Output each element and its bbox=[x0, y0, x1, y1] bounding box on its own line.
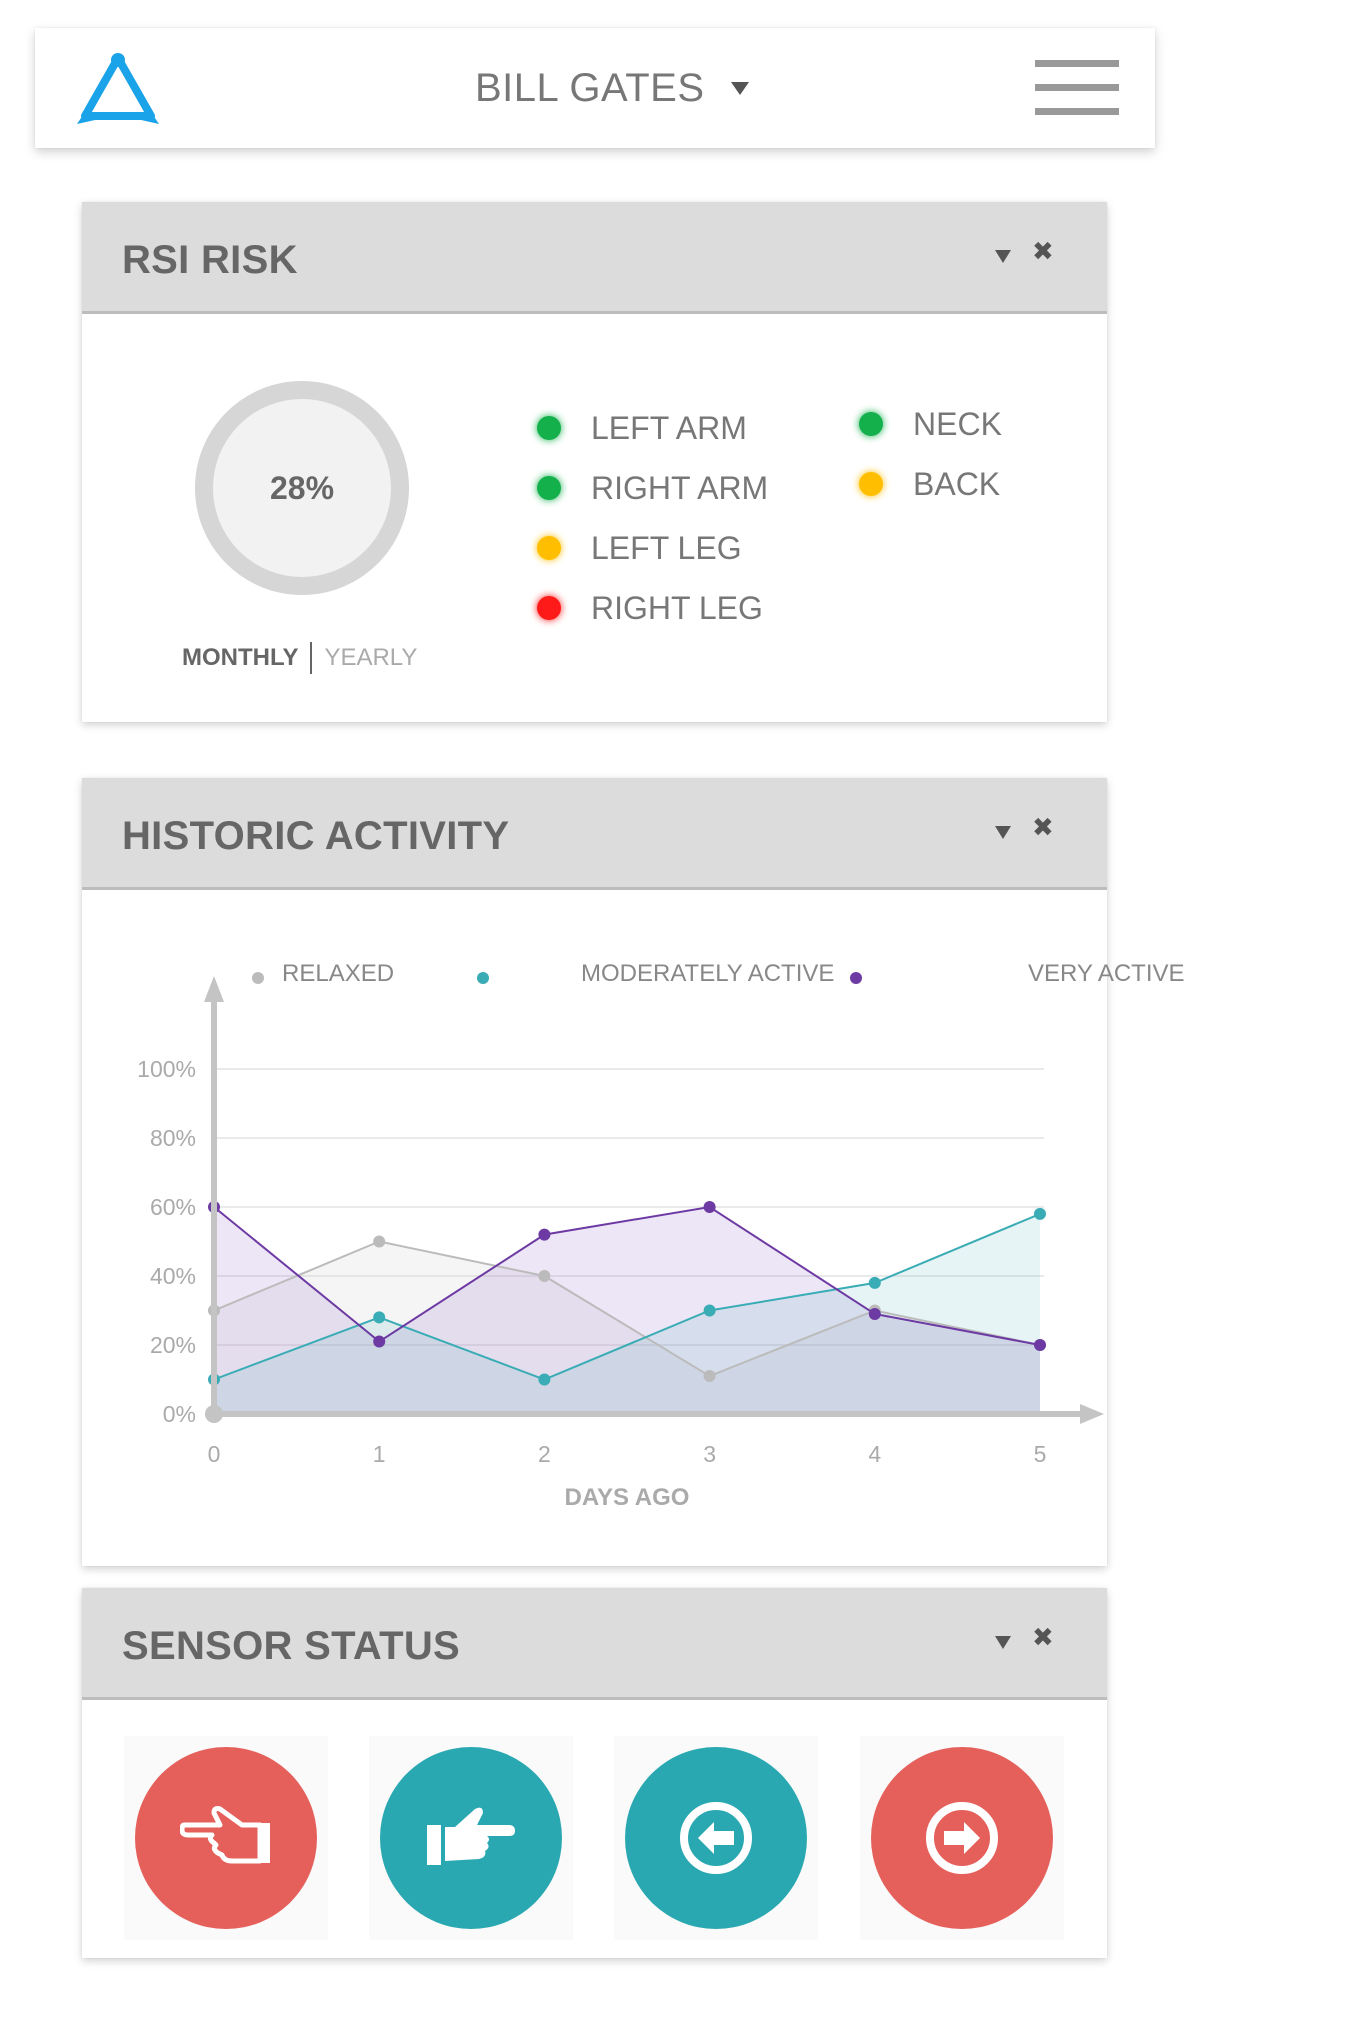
x-axis-arrow bbox=[1080, 1404, 1104, 1424]
panel-header: SENSOR STATUS ✖ bbox=[82, 1588, 1107, 1700]
x-tick-label: 3 bbox=[703, 1441, 716, 1467]
body-part-label: RIGHT LEG bbox=[591, 589, 763, 626]
point-moderately-active bbox=[373, 1311, 386, 1324]
x-tick-label: 2 bbox=[538, 1441, 551, 1467]
collapse-icon[interactable] bbox=[995, 1636, 1011, 1649]
body-part-label: RIGHT ARM bbox=[591, 469, 769, 506]
sensor-tile bbox=[614, 1736, 818, 1940]
x-axis-label: DAYS AGO bbox=[565, 1484, 690, 1511]
collapse-icon[interactable] bbox=[995, 250, 1011, 263]
app-logo-icon[interactable] bbox=[73, 52, 163, 126]
panel-title: RSI RISK bbox=[122, 238, 298, 282]
body-part-label: LEFT LEG bbox=[591, 529, 742, 566]
y-tick-label: 100% bbox=[137, 1056, 196, 1082]
point-relaxed bbox=[538, 1270, 551, 1282]
x-tick-label: 5 bbox=[1034, 1441, 1047, 1467]
hand-point-left-button[interactable] bbox=[135, 1747, 317, 1929]
x-tick-label: 4 bbox=[868, 1441, 881, 1467]
body-part-left-arm: LEFT ARM bbox=[537, 408, 747, 448]
user-name: BILL GATES bbox=[475, 65, 705, 110]
sensor-tile bbox=[124, 1736, 328, 1940]
sensor-tile bbox=[860, 1736, 1064, 1940]
body-part-right-leg: RIGHT LEG bbox=[537, 588, 763, 628]
status-dot bbox=[537, 476, 561, 500]
y-tick-label: 0% bbox=[163, 1401, 196, 1427]
status-dot bbox=[537, 416, 561, 440]
hand-point-left-icon bbox=[180, 1806, 270, 1864]
axis-origin bbox=[205, 1405, 223, 1423]
period-toggle: MONTHLY YEARLY bbox=[182, 642, 417, 674]
body-part-label: BACK bbox=[913, 465, 1001, 502]
y-tick-label: 20% bbox=[150, 1332, 196, 1358]
hand-point-right-icon bbox=[427, 1807, 515, 1865]
y-axis-arrow bbox=[204, 976, 224, 1002]
body-part-neck: NECK bbox=[859, 404, 1002, 444]
arrow-right-button[interactable] bbox=[871, 1747, 1053, 1929]
point-very-active bbox=[703, 1201, 716, 1213]
rsi-risk-panel: RSI RISK ✖ 28% MONTHLY YEARLY LEFT ARM R… bbox=[82, 202, 1107, 722]
point-very-active bbox=[373, 1335, 386, 1348]
panel-title: SENSOR STATUS bbox=[122, 1624, 461, 1668]
y-tick-label: 60% bbox=[150, 1194, 196, 1220]
point-relaxed bbox=[703, 1370, 716, 1383]
point-moderately-active bbox=[868, 1276, 881, 1289]
user-dropdown[interactable]: BILL GATES bbox=[475, 58, 749, 118]
point-very-active bbox=[538, 1228, 551, 1241]
point-moderately-active bbox=[703, 1304, 716, 1317]
divider bbox=[310, 642, 313, 674]
period-yearly[interactable]: YEARLY bbox=[324, 644, 417, 672]
point-moderately-active bbox=[1034, 1207, 1046, 1220]
historic-activity-panel: HISTORIC ACTIVITY ✖ RELAXED MODERATELY A… bbox=[82, 778, 1185, 1566]
body-part-label: LEFT ARM bbox=[591, 409, 747, 446]
point-relaxed bbox=[373, 1235, 386, 1248]
hand-point-right-button[interactable] bbox=[380, 1747, 562, 1929]
point-very-active bbox=[1034, 1339, 1046, 1351]
risk-percentage: 28% bbox=[269, 470, 335, 506]
close-icon[interactable]: ✖ bbox=[1032, 1624, 1054, 1650]
period-monthly[interactable]: MONTHLY bbox=[182, 644, 298, 672]
close-icon[interactable]: ✖ bbox=[1032, 238, 1054, 264]
status-dot bbox=[859, 472, 883, 496]
y-tick-label: 40% bbox=[150, 1263, 196, 1289]
risk-gauge: 28% bbox=[194, 380, 410, 596]
body-part-back: BACK bbox=[859, 464, 1000, 504]
body-part-label: NECK bbox=[913, 405, 1002, 442]
hamburger-menu-icon[interactable] bbox=[1035, 60, 1119, 116]
status-dot bbox=[537, 536, 561, 560]
chart-axes: 0% 20% 40% 60% 80% 100% 0 1 2 3 4 5 DAYS AGO bbox=[137, 976, 1104, 1511]
point-moderately-active bbox=[538, 1373, 551, 1386]
top-bar: BILL GATES bbox=[35, 28, 1155, 148]
arrow-circle-left-icon bbox=[680, 1802, 752, 1874]
panel-header: RSI RISK ✖ bbox=[82, 202, 1107, 314]
y-tick-label: 80% bbox=[150, 1125, 196, 1151]
sensor-tile bbox=[369, 1736, 573, 1940]
sensor-status-panel: SENSOR STATUS ✖ bbox=[82, 1588, 1107, 1958]
status-dot bbox=[859, 412, 883, 436]
arrow-left-button[interactable] bbox=[625, 1747, 807, 1929]
body-part-left-leg: LEFT LEG bbox=[537, 528, 742, 568]
x-tick-label: 1 bbox=[373, 1441, 386, 1467]
point-very-active bbox=[868, 1307, 881, 1320]
caret-down-icon bbox=[730, 81, 749, 95]
status-dot bbox=[537, 596, 561, 620]
arrow-circle-right-icon bbox=[926, 1802, 998, 1874]
body-part-right-arm: RIGHT ARM bbox=[537, 468, 768, 508]
x-tick-label: 0 bbox=[208, 1441, 221, 1467]
